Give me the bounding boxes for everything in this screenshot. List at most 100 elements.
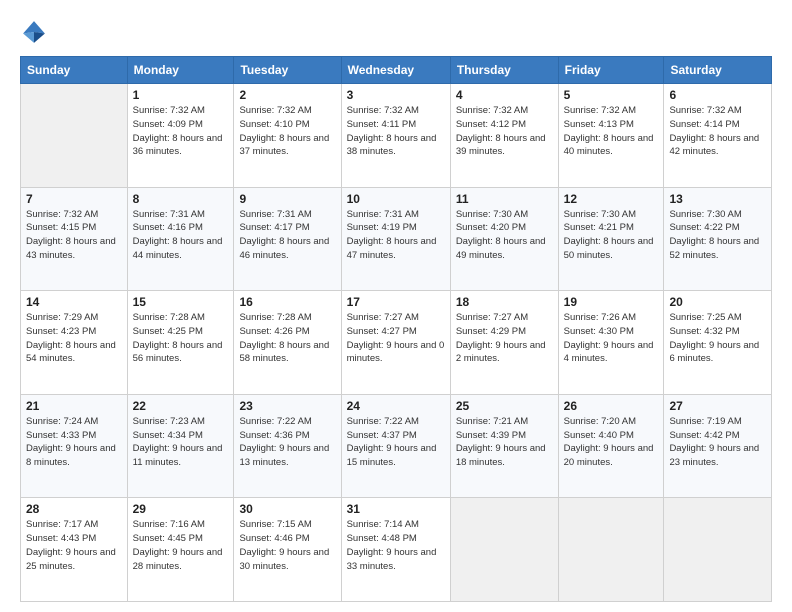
- day-detail: Sunrise: 7:29 AMSunset: 4:23 PMDaylight:…: [26, 311, 122, 366]
- day-number: 2: [239, 88, 335, 102]
- calendar-header-tuesday: Tuesday: [234, 57, 341, 84]
- day-number: 12: [564, 192, 659, 206]
- day-detail: Sunrise: 7:27 AMSunset: 4:29 PMDaylight:…: [456, 311, 553, 366]
- calendar-header-friday: Friday: [558, 57, 664, 84]
- calendar-cell: 27 Sunrise: 7:19 AMSunset: 4:42 PMDayligh…: [664, 394, 772, 498]
- day-detail: Sunrise: 7:30 AMSunset: 4:21 PMDaylight:…: [564, 208, 659, 263]
- day-detail: Sunrise: 7:32 AMSunset: 4:13 PMDaylight:…: [564, 104, 659, 159]
- day-number: 8: [133, 192, 229, 206]
- day-detail: Sunrise: 7:20 AMSunset: 4:40 PMDaylight:…: [564, 415, 659, 470]
- calendar-cell: [21, 84, 128, 188]
- day-number: 29: [133, 502, 229, 516]
- day-number: 22: [133, 399, 229, 413]
- calendar-cell: 10 Sunrise: 7:31 AMSunset: 4:19 PMDayligh…: [341, 187, 450, 291]
- day-detail: Sunrise: 7:32 AMSunset: 4:09 PMDaylight:…: [133, 104, 229, 159]
- day-detail: Sunrise: 7:32 AMSunset: 4:10 PMDaylight:…: [239, 104, 335, 159]
- day-detail: Sunrise: 7:31 AMSunset: 4:16 PMDaylight:…: [133, 208, 229, 263]
- calendar-cell: 2 Sunrise: 7:32 AMSunset: 4:10 PMDaylight…: [234, 84, 341, 188]
- day-number: 30: [239, 502, 335, 516]
- calendar-cell: 24 Sunrise: 7:22 AMSunset: 4:37 PMDayligh…: [341, 394, 450, 498]
- day-number: 23: [239, 399, 335, 413]
- calendar-week-row: 7 Sunrise: 7:32 AMSunset: 4:15 PMDaylight…: [21, 187, 772, 291]
- day-detail: Sunrise: 7:16 AMSunset: 4:45 PMDaylight:…: [133, 518, 229, 573]
- logo-icon: [20, 18, 48, 46]
- calendar-cell: 31Sunrise: 7:14 AMSunset: 4:48 PMDayligh…: [341, 498, 450, 602]
- calendar-cell: 22 Sunrise: 7:23 AMSunset: 4:34 PMDayligh…: [127, 394, 234, 498]
- day-detail: Sunrise: 7:31 AMSunset: 4:17 PMDaylight:…: [239, 208, 335, 263]
- calendar-header-row: SundayMondayTuesdayWednesdayThursdayFrid…: [21, 57, 772, 84]
- day-detail: Sunrise: 7:30 AMSunset: 4:20 PMDaylight:…: [456, 208, 553, 263]
- day-detail: Sunrise: 7:23 AMSunset: 4:34 PMDaylight:…: [133, 415, 229, 470]
- day-number: 13: [669, 192, 766, 206]
- calendar-cell: 1 Sunrise: 7:32 AMSunset: 4:09 PMDaylight…: [127, 84, 234, 188]
- day-detail: Sunrise: 7:25 AMSunset: 4:32 PMDaylight:…: [669, 311, 766, 366]
- day-number: 1: [133, 88, 229, 102]
- day-detail: Sunrise: 7:15 AMSunset: 4:46 PMDaylight:…: [239, 518, 335, 573]
- calendar-cell: 20 Sunrise: 7:25 AMSunset: 4:32 PMDayligh…: [664, 291, 772, 395]
- calendar-week-row: 14 Sunrise: 7:29 AMSunset: 4:23 PMDayligh…: [21, 291, 772, 395]
- day-number: 6: [669, 88, 766, 102]
- calendar-cell: 9Sunrise: 7:31 AMSunset: 4:17 PMDaylight…: [234, 187, 341, 291]
- day-detail: Sunrise: 7:32 AMSunset: 4:15 PMDaylight:…: [26, 208, 122, 263]
- calendar-header-wednesday: Wednesday: [341, 57, 450, 84]
- calendar-cell: 25Sunrise: 7:21 AMSunset: 4:39 PMDayligh…: [450, 394, 558, 498]
- calendar-cell: 29 Sunrise: 7:16 AMSunset: 4:45 PMDayligh…: [127, 498, 234, 602]
- calendar-header-saturday: Saturday: [664, 57, 772, 84]
- day-number: 11: [456, 192, 553, 206]
- day-number: 14: [26, 295, 122, 309]
- calendar-cell: 21Sunrise: 7:24 AMSunset: 4:33 PMDayligh…: [21, 394, 128, 498]
- day-number: 5: [564, 88, 659, 102]
- day-number: 10: [347, 192, 445, 206]
- day-number: 3: [347, 88, 445, 102]
- calendar-week-row: 21Sunrise: 7:24 AMSunset: 4:33 PMDayligh…: [21, 394, 772, 498]
- day-detail: Sunrise: 7:17 AMSunset: 4:43 PMDaylight:…: [26, 518, 122, 573]
- calendar-cell: 12 Sunrise: 7:30 AMSunset: 4:21 PMDayligh…: [558, 187, 664, 291]
- day-number: 15: [133, 295, 229, 309]
- calendar-cell: 4Sunrise: 7:32 AMSunset: 4:12 PMDaylight…: [450, 84, 558, 188]
- day-detail: Sunrise: 7:28 AMSunset: 4:25 PMDaylight:…: [133, 311, 229, 366]
- day-detail: Sunrise: 7:30 AMSunset: 4:22 PMDaylight:…: [669, 208, 766, 263]
- calendar-cell: 18Sunrise: 7:27 AMSunset: 4:29 PMDayligh…: [450, 291, 558, 395]
- day-number: 28: [26, 502, 122, 516]
- day-detail: Sunrise: 7:31 AMSunset: 4:19 PMDaylight:…: [347, 208, 445, 263]
- calendar-cell: 15 Sunrise: 7:28 AMSunset: 4:25 PMDayligh…: [127, 291, 234, 395]
- calendar-cell: 19 Sunrise: 7:26 AMSunset: 4:30 PMDayligh…: [558, 291, 664, 395]
- calendar-header-sunday: Sunday: [21, 57, 128, 84]
- day-number: 19: [564, 295, 659, 309]
- logo: [20, 18, 52, 46]
- day-number: 31: [347, 502, 445, 516]
- day-detail: Sunrise: 7:26 AMSunset: 4:30 PMDaylight:…: [564, 311, 659, 366]
- calendar-cell: [450, 498, 558, 602]
- calendar-cell: 8 Sunrise: 7:31 AMSunset: 4:16 PMDaylight…: [127, 187, 234, 291]
- calendar-cell: 17Sunrise: 7:27 AMSunset: 4:27 PMDayligh…: [341, 291, 450, 395]
- day-detail: Sunrise: 7:24 AMSunset: 4:33 PMDaylight:…: [26, 415, 122, 470]
- calendar-cell: 30 Sunrise: 7:15 AMSunset: 4:46 PMDayligh…: [234, 498, 341, 602]
- calendar-cell: 5 Sunrise: 7:32 AMSunset: 4:13 PMDaylight…: [558, 84, 664, 188]
- day-number: 25: [456, 399, 553, 413]
- calendar-cell: 14 Sunrise: 7:29 AMSunset: 4:23 PMDayligh…: [21, 291, 128, 395]
- day-detail: Sunrise: 7:19 AMSunset: 4:42 PMDaylight:…: [669, 415, 766, 470]
- day-detail: Sunrise: 7:28 AMSunset: 4:26 PMDaylight:…: [239, 311, 335, 366]
- calendar-header-thursday: Thursday: [450, 57, 558, 84]
- calendar-week-row: 28 Sunrise: 7:17 AMSunset: 4:43 PMDayligh…: [21, 498, 772, 602]
- day-number: 26: [564, 399, 659, 413]
- calendar-cell: 13 Sunrise: 7:30 AMSunset: 4:22 PMDayligh…: [664, 187, 772, 291]
- page: SundayMondayTuesdayWednesdayThursdayFrid…: [0, 0, 792, 612]
- calendar-cell: 16 Sunrise: 7:28 AMSunset: 4:26 PMDayligh…: [234, 291, 341, 395]
- day-number: 16: [239, 295, 335, 309]
- day-detail: Sunrise: 7:22 AMSunset: 4:37 PMDaylight:…: [347, 415, 445, 470]
- calendar-cell: [664, 498, 772, 602]
- calendar-cell: [558, 498, 664, 602]
- day-number: 7: [26, 192, 122, 206]
- calendar-header-monday: Monday: [127, 57, 234, 84]
- day-detail: Sunrise: 7:32 AMSunset: 4:14 PMDaylight:…: [669, 104, 766, 159]
- calendar-cell: 23Sunrise: 7:22 AMSunset: 4:36 PMDayligh…: [234, 394, 341, 498]
- day-number: 4: [456, 88, 553, 102]
- calendar-week-row: 1 Sunrise: 7:32 AMSunset: 4:09 PMDaylight…: [21, 84, 772, 188]
- calendar-cell: 6 Sunrise: 7:32 AMSunset: 4:14 PMDaylight…: [664, 84, 772, 188]
- day-number: 24: [347, 399, 445, 413]
- calendar-table: SundayMondayTuesdayWednesdayThursdayFrid…: [20, 56, 772, 602]
- day-number: 20: [669, 295, 766, 309]
- calendar-cell: 3Sunrise: 7:32 AMSunset: 4:11 PMDaylight…: [341, 84, 450, 188]
- day-number: 27: [669, 399, 766, 413]
